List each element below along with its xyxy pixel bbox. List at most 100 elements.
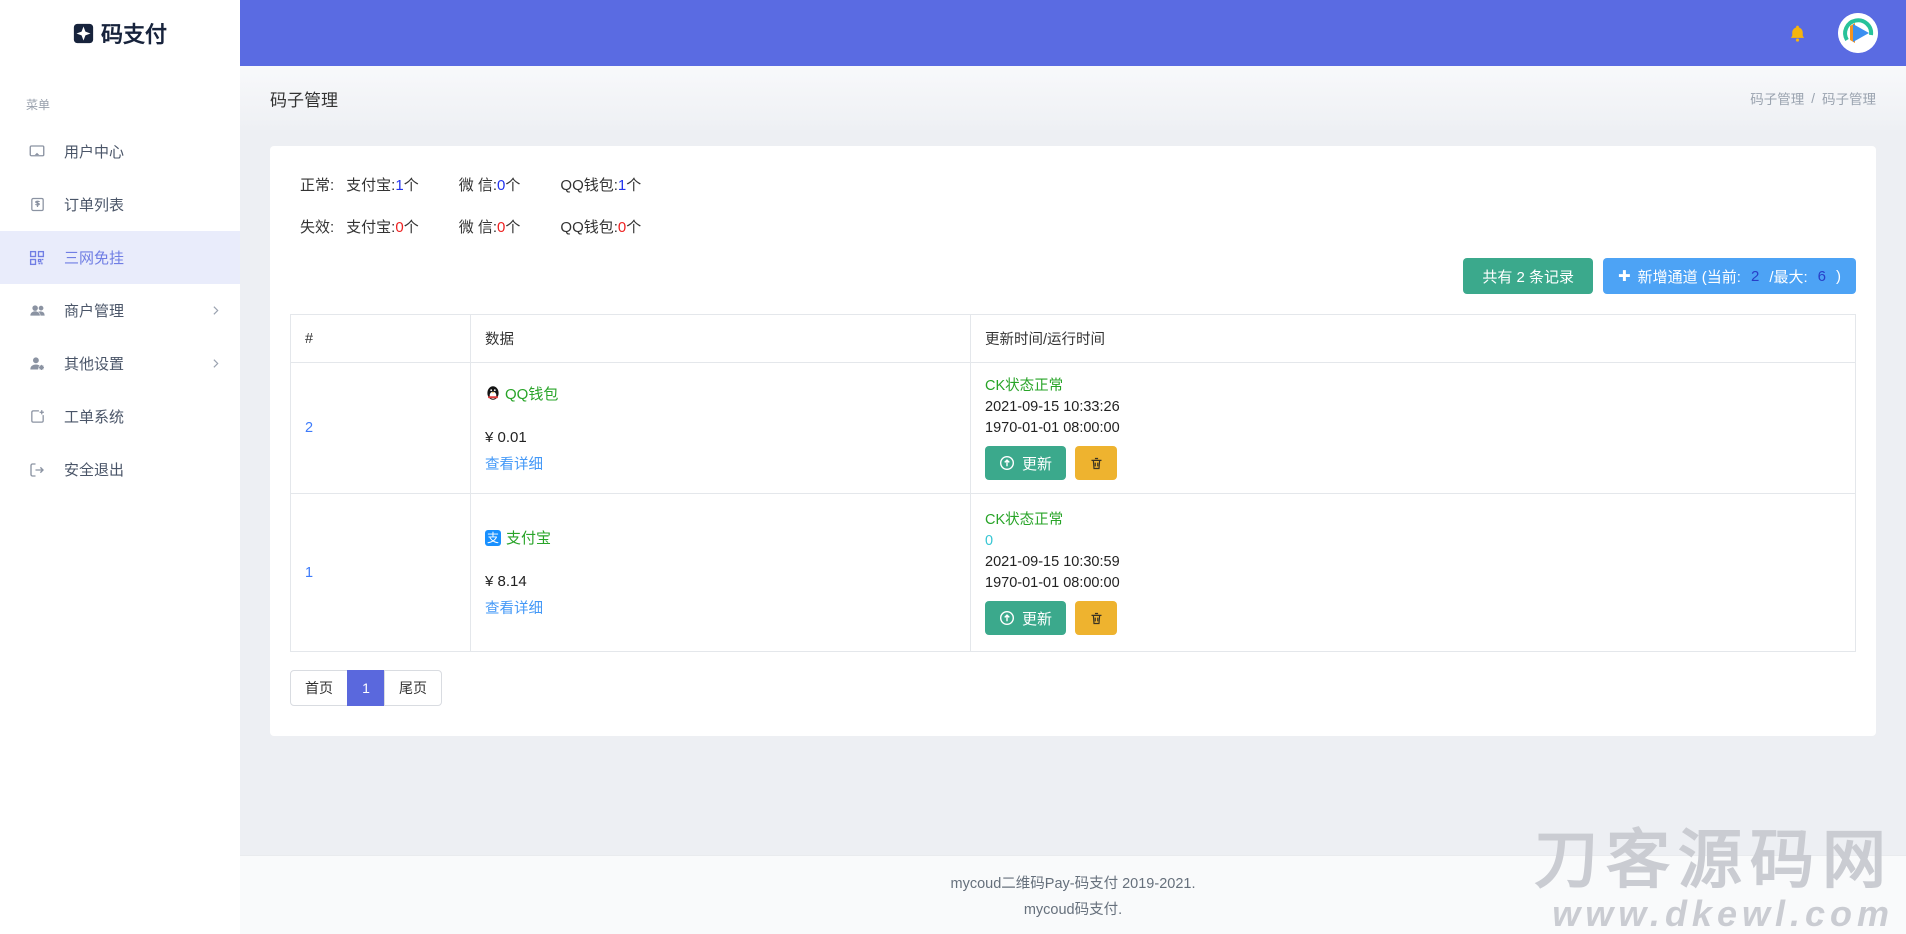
row-data-cell: 支 支付宝 ¥ 8.14 查看详细 xyxy=(471,494,971,652)
desktop-icon xyxy=(27,142,47,162)
sidebar-item-logout[interactable]: 安全退出 xyxy=(0,443,240,496)
stat-value: 1 xyxy=(618,177,626,194)
amount-text: ¥ 0.01 xyxy=(485,429,956,446)
user-gear-icon xyxy=(27,354,47,374)
footer-line-2: mycoud码支付. xyxy=(1024,898,1122,919)
row-actions: 更新 xyxy=(985,446,1841,480)
alipay-icon: 支 xyxy=(485,530,501,546)
update-time: 2021-09-15 10:30:59 xyxy=(985,552,1841,573)
sidebar-item-label: 工单系统 xyxy=(64,406,124,427)
app-root: 码支付 菜单 用户中心 订单列表 三网免挂 xyxy=(0,0,1906,934)
pagination-first[interactable]: 首页 xyxy=(290,670,348,706)
update-button[interactable]: 更新 xyxy=(985,601,1066,635)
stat-qq-wallet: QQ钱包:0个 xyxy=(560,216,641,237)
sidebar-item-three-net[interactable]: 三网免挂 xyxy=(0,231,240,284)
wallet-type: QQ钱包 xyxy=(485,383,956,404)
trash-icon xyxy=(1089,611,1104,626)
stat-value: 1 xyxy=(395,177,403,194)
page-footer: mycoud二维码Pay-码支付 2019-2021. mycoud码支付. xyxy=(240,855,1906,934)
ticket-icon xyxy=(27,407,47,427)
add-channel-button[interactable]: ✚ 新增通道 (当前: 2 /最大: 6 ) xyxy=(1603,258,1856,294)
sidebar-item-order-list[interactable]: 订单列表 xyxy=(0,178,240,231)
logo-text: 码支付 xyxy=(101,17,167,49)
sidebar-item-label: 订单列表 xyxy=(64,194,124,215)
channels-table: # 数据 更新时间/运行时间 2 xyxy=(290,314,1856,652)
col-header-id: # xyxy=(291,315,471,363)
sidebar: 码支付 菜单 用户中心 订单列表 三网免挂 xyxy=(0,0,240,934)
breadcrumb-item[interactable]: 码子管理 xyxy=(1822,88,1876,108)
stats-normal-row: 正常: 支付宝:1个 微 信:0个 QQ钱包:1个 xyxy=(300,174,1846,195)
qrcode-icon xyxy=(27,248,47,268)
chevron-right-icon xyxy=(209,357,222,370)
sidebar-nav: 用户中心 订单列表 三网免挂 商户管理 xyxy=(0,125,240,496)
stat-qq-wallet: QQ钱包:1个 xyxy=(560,174,641,195)
pagination-page-1[interactable]: 1 xyxy=(347,670,385,706)
channel-stats: 正常: 支付宝:1个 微 信:0个 QQ钱包:1个 失效: 支付宝:0个 微 信… xyxy=(290,172,1856,237)
table-row: 1 支 支付宝 ¥ 8.14 查看详细 CK状态正常 xyxy=(291,494,1856,652)
bell-icon[interactable] xyxy=(1787,23,1808,44)
stat-wechat: 微 信:0个 xyxy=(459,216,521,237)
stat-value: 0 xyxy=(618,219,626,236)
main-column: 码子管理 码子管理 / 码子管理 正常: 支付宝:1个 微 信:0个 QQ钱包:… xyxy=(240,0,1906,934)
table-row: 2 QQ钱包 ¥ 0.01 查看详细 xyxy=(291,363,1856,494)
logo-star-icon xyxy=(73,23,94,44)
sidebar-item-label: 三网免挂 xyxy=(64,247,124,268)
update-button[interactable]: 更新 xyxy=(985,446,1066,480)
col-header-data: 数据 xyxy=(471,315,971,363)
record-count-badge: 共有 2 条记录 xyxy=(1463,258,1593,294)
breadcrumb-separator: / xyxy=(1811,91,1815,106)
delete-button[interactable] xyxy=(1075,446,1117,480)
stats-row-label: 失效: xyxy=(300,216,334,237)
sidebar-item-ticket-system[interactable]: 工单系统 xyxy=(0,390,240,443)
topbar xyxy=(240,0,1906,66)
sidebar-item-label: 用户中心 xyxy=(64,141,124,162)
order-icon xyxy=(27,195,47,215)
user-avatar[interactable] xyxy=(1838,13,1878,53)
sidebar-item-label: 商户管理 xyxy=(64,300,124,321)
chevron-right-icon xyxy=(209,304,222,317)
sidebar-item-merchant-mgmt[interactable]: 商户管理 xyxy=(0,284,240,337)
pagination-last[interactable]: 尾页 xyxy=(384,670,442,706)
update-time: 2021-09-15 10:33:26 xyxy=(985,397,1841,418)
table-header-row: # 数据 更新时间/运行时间 xyxy=(291,315,1856,363)
content-area: 正常: 支付宝:1个 微 信:0个 QQ钱包:1个 失效: 支付宝:0个 微 信… xyxy=(240,130,1906,855)
stat-wechat: 微 信:0个 xyxy=(459,174,521,195)
qq-icon xyxy=(485,385,501,401)
stat-alipay: 支付宝:0个 xyxy=(346,216,419,237)
plus-icon: ✚ xyxy=(1618,267,1631,285)
breadcrumb: 码子管理 / 码子管理 xyxy=(1750,88,1876,108)
wallet-type: 支 支付宝 xyxy=(485,527,956,548)
logout-icon xyxy=(27,460,47,480)
sidebar-item-other-settings[interactable]: 其他设置 xyxy=(0,337,240,390)
view-detail-link[interactable]: 查看详细 xyxy=(485,453,543,474)
app-logo[interactable]: 码支付 xyxy=(0,0,240,66)
run-time: 1970-01-01 08:00:00 xyxy=(985,418,1841,439)
row-time-cell: CK状态正常 2021-09-15 10:33:26 1970-01-01 08… xyxy=(971,363,1856,494)
footer-line-1: mycoud二维码Pay-码支付 2019-2021. xyxy=(951,872,1196,893)
breadcrumb-item[interactable]: 码子管理 xyxy=(1750,88,1804,108)
stats-row-label: 正常: xyxy=(300,174,334,195)
view-detail-link[interactable]: 查看详细 xyxy=(485,597,543,618)
amount-text: ¥ 8.14 xyxy=(485,573,956,590)
page-header: 码子管理 码子管理 / 码子管理 xyxy=(240,66,1906,130)
pagination: 首页 1 尾页 xyxy=(290,670,1856,706)
ck-status-text: CK状态正常 xyxy=(985,376,1841,397)
refresh-circle-icon xyxy=(999,610,1015,626)
menu-section-label: 菜单 xyxy=(0,66,240,125)
stat-value: 0 xyxy=(395,219,403,236)
table-toolbar: 共有 2 条记录 ✚ 新增通道 (当前: 2 /最大: 6 ) xyxy=(290,258,1856,294)
sidebar-item-user-center[interactable]: 用户中心 xyxy=(0,125,240,178)
row-id-cell: 2 xyxy=(291,363,471,494)
delete-button[interactable] xyxy=(1075,601,1117,635)
max-channel-count: 6 xyxy=(1818,268,1826,285)
row-actions: 更新 xyxy=(985,601,1841,635)
page-title: 码子管理 xyxy=(270,86,338,111)
sidebar-item-label: 安全退出 xyxy=(64,459,124,480)
sidebar-item-label: 其他设置 xyxy=(64,353,124,374)
current-channel-count: 2 xyxy=(1751,268,1759,285)
merchants-icon xyxy=(27,301,47,321)
row-data-cell: QQ钱包 ¥ 0.01 查看详细 xyxy=(471,363,971,494)
main-card: 正常: 支付宝:1个 微 信:0个 QQ钱包:1个 失效: 支付宝:0个 微 信… xyxy=(270,146,1876,736)
extra-counter-text: 0 xyxy=(985,531,1841,552)
row-time-cell: CK状态正常 0 2021-09-15 10:30:59 1970-01-01 … xyxy=(971,494,1856,652)
